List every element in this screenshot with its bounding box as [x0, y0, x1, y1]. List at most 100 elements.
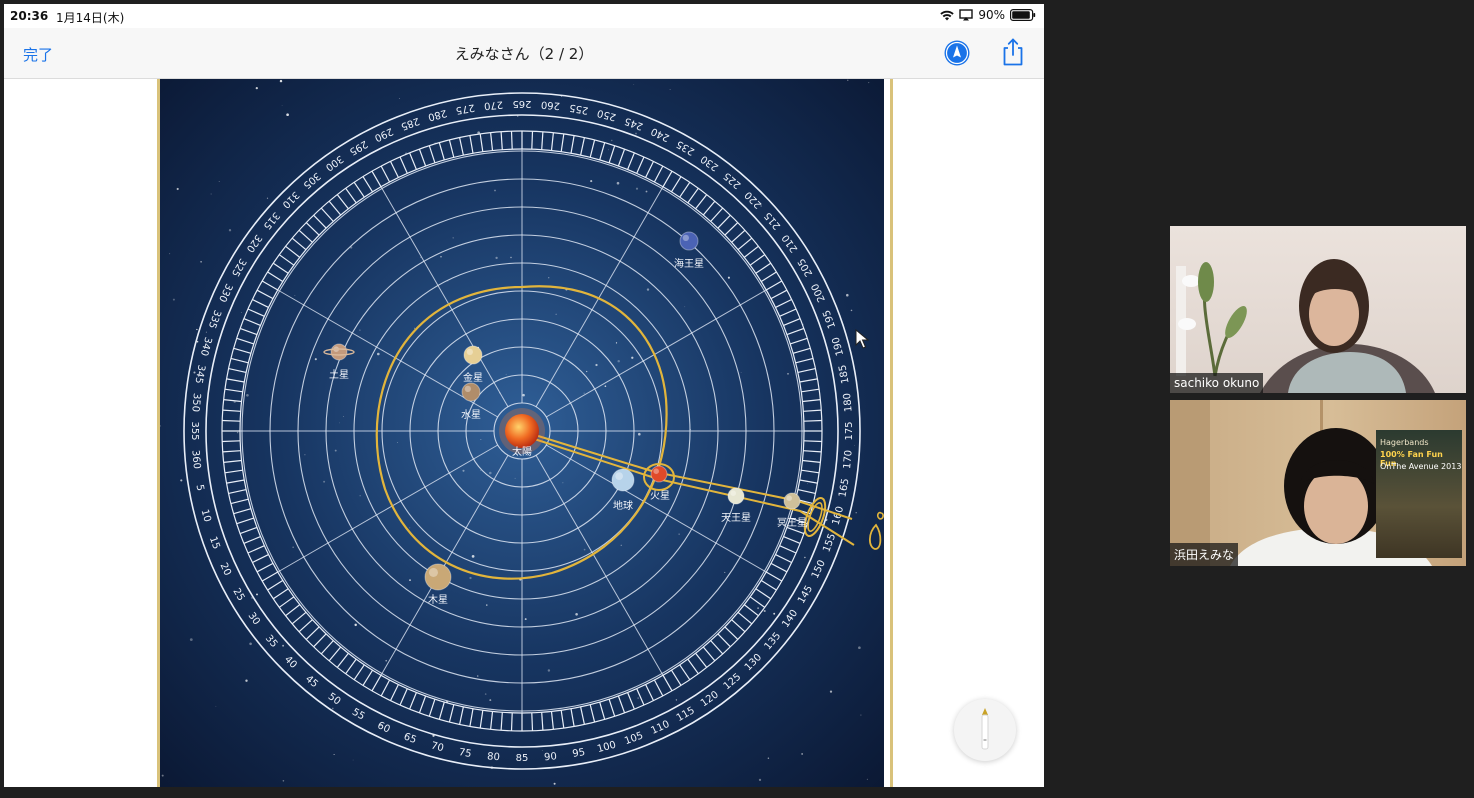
planet-highlight	[464, 385, 471, 392]
star	[868, 82, 870, 84]
star	[414, 327, 415, 329]
star	[541, 750, 543, 751]
star	[505, 373, 507, 375]
star	[850, 309, 853, 312]
planet-3	[611, 468, 635, 492]
planet-label: 冥王星	[777, 517, 807, 529]
degree-label: 170	[842, 450, 855, 470]
star	[471, 555, 475, 558]
star	[548, 277, 550, 279]
participant-video-tile[interactable]: Hagerbands 100% Fan Fun Fun OnThe Avenue…	[1170, 400, 1466, 566]
star	[595, 363, 598, 367]
star	[385, 659, 388, 662]
star	[555, 313, 557, 315]
star	[635, 187, 639, 190]
screen-mirroring-icon	[959, 9, 974, 21]
star	[255, 86, 258, 90]
status-right: 90%	[940, 8, 1036, 22]
planet-label: 火星	[650, 490, 670, 502]
star	[547, 669, 551, 672]
star	[637, 697, 639, 699]
star	[646, 288, 650, 291]
wall-poster: Hagerbands 100% Fan Fun Fun OnThe Avenue…	[1376, 430, 1462, 558]
star	[678, 533, 680, 535]
star	[331, 707, 334, 710]
planet-label: 木星	[428, 594, 448, 606]
degree-label: 265	[512, 98, 531, 109]
status-time: 20:36	[10, 9, 49, 23]
degree-tick	[803, 440, 822, 443]
star	[669, 88, 671, 90]
degree-label: 180	[842, 392, 855, 412]
star	[583, 392, 585, 394]
degree-label: 270	[483, 98, 503, 111]
star	[767, 757, 770, 759]
degree-label: 350	[189, 392, 202, 412]
star	[787, 373, 789, 375]
done-button[interactable]: 完了	[23, 44, 53, 65]
star	[757, 607, 759, 609]
star	[562, 482, 564, 484]
planet-highlight	[428, 567, 439, 577]
degree-label: 75	[458, 747, 472, 760]
planet-label: 水星	[461, 409, 481, 421]
degree-label: 360	[189, 450, 202, 470]
star	[334, 449, 337, 452]
star	[510, 256, 512, 259]
pencil-tool-button[interactable]	[954, 699, 1016, 761]
star	[409, 579, 411, 582]
star	[246, 393, 249, 397]
star	[740, 372, 742, 373]
star	[205, 331, 207, 333]
star	[256, 593, 258, 596]
star	[218, 180, 220, 182]
participant-name-tag: 浜田えみな	[1170, 543, 1239, 566]
star	[724, 571, 726, 573]
star	[846, 293, 849, 297]
star	[801, 753, 803, 755]
star	[333, 753, 335, 756]
degree-tick	[531, 712, 534, 731]
star	[631, 356, 634, 359]
star	[514, 477, 516, 479]
degree-label: 175	[844, 421, 855, 440]
star	[398, 98, 400, 99]
star	[476, 675, 479, 677]
planet-4	[650, 465, 668, 483]
star	[266, 197, 269, 199]
star	[494, 189, 496, 192]
star	[489, 699, 492, 702]
star	[553, 782, 556, 785]
star	[758, 778, 762, 782]
planet-2	[463, 345, 483, 365]
share-icon[interactable]	[1000, 37, 1026, 67]
star	[620, 544, 622, 546]
degree-label: 85	[516, 753, 529, 764]
star	[294, 295, 296, 296]
star	[829, 690, 833, 693]
star	[486, 604, 488, 606]
planet-5	[424, 563, 452, 591]
degree-tick	[510, 131, 513, 150]
degree-tick	[531, 131, 534, 150]
star	[249, 642, 252, 646]
planet-8	[679, 231, 699, 251]
document-area[interactable]: 265 260 255 250 245 240 235 230 225 220 215 210 205 2…	[4, 79, 1044, 787]
poster-text: OnThe Avenue 2013	[1380, 462, 1462, 471]
planet-label: 土星	[329, 368, 349, 381]
markup-icon[interactable]	[943, 39, 971, 67]
star	[480, 469, 482, 471]
star	[586, 370, 588, 373]
degree-label: 80	[487, 751, 501, 763]
star	[462, 469, 465, 472]
star	[339, 422, 340, 424]
star	[522, 393, 525, 397]
star	[169, 253, 171, 255]
star	[575, 613, 578, 616]
planet-label: 海王星	[674, 257, 704, 270]
participant-video-tile[interactable]: sachiko okuno	[1170, 226, 1466, 393]
star	[180, 479, 183, 482]
star	[495, 256, 498, 260]
participant-name-tag: sachiko okuno	[1170, 373, 1264, 393]
solar-system-diagram: 265 260 255 2502452402352302252202152102052…	[160, 79, 884, 787]
